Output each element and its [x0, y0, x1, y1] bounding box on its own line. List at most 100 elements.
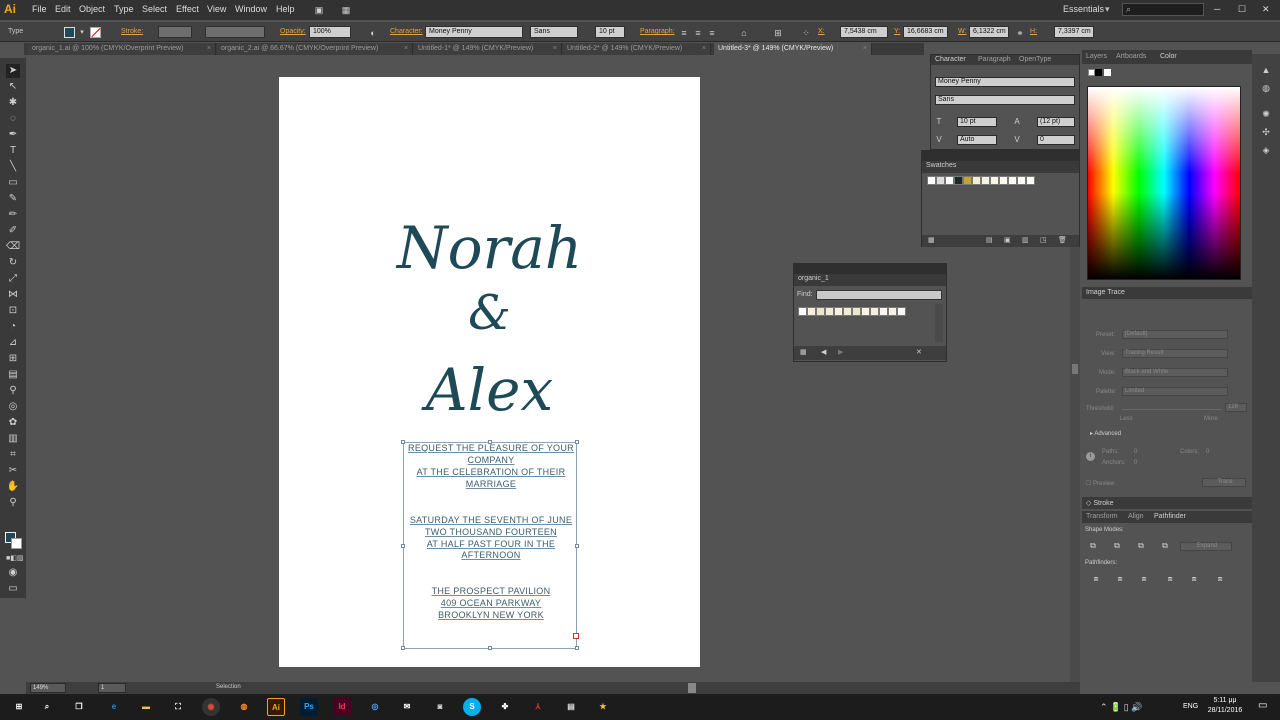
- swatch-cream[interactable]: [1026, 176, 1035, 185]
- bridge-icon[interactable]: ▣: [313, 4, 325, 16]
- opacity-field[interactable]: 100%: [309, 26, 351, 38]
- tab-align[interactable]: Align: [1128, 513, 1144, 520]
- menu-effect[interactable]: Effect: [176, 4, 199, 14]
- horizontal-scroll-thumb[interactable]: [688, 683, 696, 693]
- new-swatch-icon[interactable]: ◳: [1040, 236, 1047, 244]
- recolor-icon[interactable]: ◐: [367, 27, 379, 39]
- tab-transform[interactable]: Transform: [1086, 513, 1118, 520]
- white-color-chip[interactable]: [1104, 69, 1111, 76]
- direct-selection-tool-icon[interactable]: ↖: [6, 80, 20, 94]
- tracking-input[interactable]: 0: [1037, 135, 1075, 145]
- line-tool-icon[interactable]: ╲: [6, 160, 20, 174]
- library-swatch[interactable]: [825, 307, 834, 316]
- symbols-icon[interactable]: ✣: [1260, 126, 1272, 138]
- align-center-icon[interactable]: ≡: [692, 27, 704, 39]
- variable-width-field[interactable]: [205, 26, 265, 38]
- mode-select[interactable]: Black and White: [1122, 368, 1228, 377]
- align-right-icon[interactable]: ≡: [706, 27, 718, 39]
- notifications-icon[interactable]: ▭: [1258, 700, 1267, 711]
- swatch-dark[interactable]: [954, 176, 963, 185]
- rotate-tool-icon[interactable]: ↻: [6, 256, 20, 270]
- workspace-switcher[interactable]: Essentials: [1063, 4, 1104, 14]
- artboard-tool-icon[interactable]: ⌗: [6, 448, 20, 462]
- preset-select[interactable]: [Default]: [1122, 330, 1228, 339]
- language-indicator[interactable]: ENG: [1183, 703, 1198, 710]
- color-mode-icons[interactable]: ■◧▨: [6, 552, 23, 566]
- task-view-icon[interactable]: ❐: [70, 698, 88, 716]
- eraser-tool-icon[interactable]: ⌫: [6, 240, 20, 254]
- draw-mode-icon[interactable]: ◉: [6, 566, 20, 580]
- column-graph-tool-icon[interactable]: ▥: [6, 432, 20, 446]
- tab-color[interactable]: Color: [1160, 53, 1177, 60]
- pen-tool-icon[interactable]: ✒: [6, 128, 20, 142]
- close-tab-icon[interactable]: ×: [702, 43, 706, 55]
- tab-organic-1-library[interactable]: organic_1: [798, 275, 829, 282]
- stroke-weight-field[interactable]: [158, 26, 192, 38]
- gradient-tool-icon[interactable]: ▤: [6, 368, 20, 382]
- brushes-icon[interactable]: ✺: [1260, 108, 1272, 120]
- appearance-icon[interactable]: ◍: [1260, 82, 1272, 94]
- character-label[interactable]: Character:: [390, 28, 423, 35]
- globe-app-icon[interactable]: ◎: [366, 698, 384, 716]
- width-tool-icon[interactable]: ⋈: [6, 288, 20, 302]
- system-tray-icons[interactable]: ⌃ 🔋 ▯ 🔊: [1100, 702, 1142, 713]
- menu-type[interactable]: Type: [114, 4, 134, 14]
- find-input[interactable]: [816, 290, 942, 300]
- tab-organic-2[interactable]: organic_2.ai @ 66,67% (CMYK/Overprint Pr…: [217, 43, 413, 55]
- tab-untitled-3[interactable]: Untitled-3* @ 149% (CMYK/Preview) ×: [714, 43, 872, 55]
- tab-swatches[interactable]: Swatches: [926, 162, 956, 169]
- trace-button[interactable]: Trace: [1202, 478, 1246, 487]
- paragraph-label[interactable]: Paragraph:: [640, 28, 675, 35]
- resize-handle[interactable]: [488, 646, 492, 650]
- library-swatch[interactable]: [816, 307, 825, 316]
- swatch-cream[interactable]: [1008, 176, 1017, 185]
- menu-object[interactable]: Object: [79, 4, 105, 14]
- x-field[interactable]: 7,5438 cm: [840, 26, 888, 38]
- resize-handle[interactable]: [575, 440, 579, 444]
- overflow-port[interactable]: [573, 633, 579, 639]
- color-guide-icon[interactable]: ▲: [1260, 64, 1272, 76]
- menu-window[interactable]: Window: [235, 4, 267, 14]
- library-swatch[interactable]: [843, 307, 852, 316]
- image-trace-title[interactable]: Image Trace: [1086, 289, 1125, 296]
- game-app-icon[interactable]: ✤: [496, 698, 514, 716]
- swatch-cream[interactable]: [1017, 176, 1026, 185]
- hand-tool-icon[interactable]: ✋: [6, 480, 20, 494]
- library-swatch[interactable]: [834, 307, 843, 316]
- swatch-cream[interactable]: [981, 176, 990, 185]
- close-tab-icon[interactable]: ×: [553, 43, 557, 55]
- library-swatch[interactable]: [861, 307, 870, 316]
- lasso-tool-icon[interactable]: ◌: [6, 112, 20, 126]
- star-app-icon[interactable]: ★: [594, 698, 612, 716]
- search-icon[interactable]: ⌕: [38, 698, 56, 716]
- mesh-tool-icon[interactable]: ⊞: [6, 352, 20, 366]
- maximize-button[interactable]: ☐: [1238, 4, 1246, 15]
- font-family-input[interactable]: Money Penny: [935, 77, 1075, 87]
- swatch-none[interactable]: [927, 176, 936, 185]
- align-to-icon[interactable]: ⊞: [772, 27, 784, 39]
- camera-app-icon[interactable]: ◙: [431, 698, 449, 716]
- resize-handle[interactable]: [575, 544, 579, 548]
- file-explorer-icon[interactable]: ▬: [137, 698, 155, 716]
- search-input[interactable]: ⌕: [1122, 3, 1204, 16]
- windows-start-icon[interactable]: ⊞: [10, 698, 28, 716]
- screen-mode-icon[interactable]: ▭: [6, 582, 20, 596]
- library-swatch[interactable]: [879, 307, 888, 316]
- intersect-icon[interactable]: ⧉: [1135, 540, 1147, 552]
- kerning-input[interactable]: Auto: [957, 135, 997, 145]
- chrome-icon[interactable]: ◉: [202, 698, 220, 716]
- photoshop-taskbar-icon[interactable]: Ps: [300, 698, 318, 716]
- expand-button[interactable]: Expand: [1180, 542, 1232, 551]
- graphic-styles-icon[interactable]: ◈: [1260, 144, 1272, 156]
- previous-library-icon[interactable]: ◀: [821, 348, 826, 356]
- menu-help[interactable]: Help: [276, 4, 295, 14]
- font-style-input[interactable]: Sans: [935, 95, 1075, 105]
- resize-handle[interactable]: [575, 646, 579, 650]
- document-app-icon[interactable]: ▤: [562, 698, 580, 716]
- resize-handle[interactable]: [401, 544, 405, 548]
- advanced-toggle[interactable]: ▸ Advanced: [1090, 430, 1121, 437]
- resize-handle[interactable]: [401, 440, 405, 444]
- opacity-label[interactable]: Opacity:: [280, 28, 306, 35]
- view-select[interactable]: Tracing Result: [1122, 349, 1228, 358]
- menu-view[interactable]: View: [207, 4, 226, 14]
